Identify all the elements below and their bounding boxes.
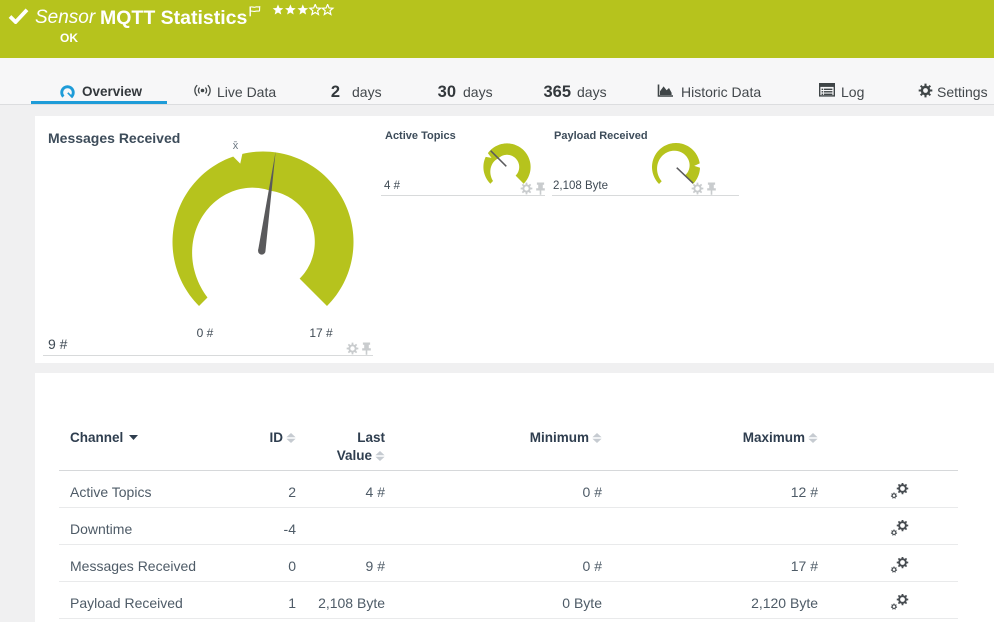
gauge-title-messages-received: Messages Received (48, 130, 181, 146)
cell-channel[interactable]: Messages Received (59, 544, 269, 582)
col-header-id[interactable]: ID (269, 425, 296, 471)
col-header-minimum[interactable]: Minimum (385, 425, 602, 471)
tab-365days-label[interactable]: days (577, 83, 607, 101)
tab-bar: Overview Live Data 2 days 30 days 365 da… (0, 58, 994, 105)
cell-last-value: 2,108 Byte (296, 581, 385, 619)
sort-icon (375, 451, 385, 461)
cell-maximum: 2,120 Byte (602, 581, 818, 619)
sort-icon (286, 433, 296, 443)
cell-channel[interactable]: Active Topics (59, 470, 269, 508)
sensor-type-label: Sensor (35, 6, 96, 28)
cell-maximum: 17 # (602, 544, 818, 582)
tab-live-data[interactable]: Live Data (217, 83, 276, 101)
edit-channel-gears-icon[interactable] (890, 593, 910, 611)
gauge-max-label: 17 # (309, 326, 333, 340)
tab-log[interactable]: Log (841, 83, 864, 101)
channel-sort-caret-icon (129, 435, 139, 440)
sensor-header: Sensor MQTT Statistics OK (0, 0, 994, 58)
active-tab-underline (31, 101, 167, 104)
cell-minimum: 0 Byte (385, 581, 602, 619)
gauge-value-messages-received: 9 # (48, 336, 68, 352)
cell-minimum: 0 # (385, 544, 602, 582)
cell-actions (818, 544, 958, 582)
table-row: Messages Received 0 9 #0 #17 # (59, 544, 958, 582)
cell-actions (818, 470, 958, 508)
sort-icon (808, 433, 818, 443)
edit-channel-gears-icon[interactable] (890, 556, 910, 574)
star-empty-icon[interactable] (308, 2, 323, 16)
star-empty-icon[interactable] (320, 2, 335, 16)
settings-gear-icon (918, 83, 933, 98)
table-row: Downtime -4 (59, 507, 958, 545)
page-title: MQTT Statistics (100, 6, 248, 29)
star-filled-icon[interactable] (285, 3, 296, 15)
gauge-cell-border (43, 355, 373, 356)
live-data-icon (194, 84, 211, 97)
cell-actions (818, 507, 958, 545)
cell-minimum (385, 507, 602, 545)
gauge-title-active-topics: Active Topics (385, 130, 456, 142)
cell-channel[interactable]: Payload Received (59, 581, 269, 619)
status-check-icon (8, 8, 29, 24)
tab-30days-number[interactable]: 30 (416, 83, 456, 101)
cell-maximum (602, 507, 818, 545)
tab-30days-label[interactable]: days (463, 83, 493, 101)
tab-2days-label[interactable]: days (352, 83, 382, 101)
channels-panel: Channel ID Last Value Minimum Maximum Ac… (35, 373, 994, 622)
edit-channel-gears-icon[interactable] (890, 482, 910, 500)
priority-stars[interactable] (272, 2, 338, 22)
gauge-value-payload-received: 2,108 Byte (553, 180, 608, 192)
gauge-min-label: 0 # (196, 326, 214, 340)
cell-last-value: 4 # (296, 470, 385, 508)
cell-minimum: 0 # (385, 470, 602, 508)
tab-365days-number[interactable]: 365 (531, 83, 571, 101)
flag-icon[interactable] (249, 6, 261, 17)
table-header-row: Channel ID Last Value Minimum Maximum (59, 425, 958, 471)
gauge-gear-pin-icons[interactable] (520, 182, 552, 195)
cell-id: 0 (269, 544, 296, 582)
col-header-last-value[interactable]: Last Value (296, 425, 385, 471)
cell-id: 2 (269, 470, 296, 508)
gauges-panel: Messages Received x̄ 0 # 17 # 9 # Active… (35, 116, 994, 363)
priority-stars-rating[interactable] (272, 2, 338, 17)
col-header-maximum[interactable]: Maximum (602, 425, 818, 471)
edit-channel-gears-icon[interactable] (890, 519, 910, 537)
cell-actions (818, 581, 958, 619)
star-filled-icon[interactable] (297, 3, 309, 15)
tab-overview[interactable]: Overview (82, 83, 142, 101)
cell-channel[interactable]: Downtime (59, 507, 269, 545)
table-row: Payload Received 1 2,108 Byte 0 Byte 2,120 B… (59, 581, 958, 619)
col-header-actions (818, 425, 958, 471)
log-icon (819, 83, 835, 97)
sort-icon (592, 433, 602, 443)
gauge-mean-marker: x̄ (232, 139, 239, 152)
cell-maximum: 12 # (602, 470, 818, 508)
table-row: Active Topics 2 4 #0 #12 # (59, 470, 958, 508)
tab-2days-number[interactable]: 2 (300, 83, 340, 101)
gauge-title-payload-received: Payload Received (554, 130, 648, 142)
star-filled-icon[interactable] (272, 3, 284, 15)
messages-received-gauge (172, 151, 354, 306)
cell-last-value: 9 # (296, 544, 385, 582)
gauge-cell-border (552, 195, 739, 196)
tab-historic-data[interactable]: Historic Data (681, 83, 761, 101)
col-header-channel[interactable]: Channel (59, 425, 269, 471)
overview-gauge-icon (60, 84, 75, 98)
cell-id: -4 (269, 507, 296, 545)
gauge-cell-border (381, 195, 545, 196)
channel-table: Channel ID Last Value Minimum Maximum Ac… (59, 425, 958, 619)
gauge-value-active-topics: 4 # (384, 180, 400, 192)
tab-settings[interactable]: Settings (937, 83, 988, 101)
cell-last-value (296, 507, 385, 545)
gauge-gear-pin-icons[interactable] (691, 182, 723, 195)
cell-id: 1 (269, 581, 296, 619)
status-badge: OK (60, 31, 78, 45)
gauge-gear-pin-icons[interactable] (346, 342, 378, 355)
historic-data-icon (657, 84, 673, 97)
